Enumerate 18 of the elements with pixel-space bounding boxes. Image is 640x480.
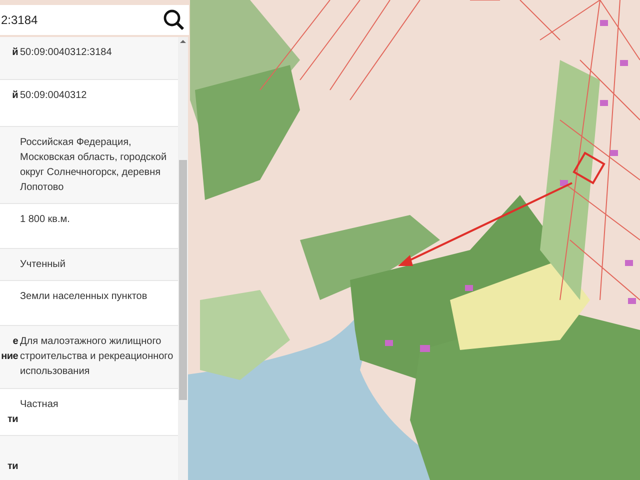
field-label: й <box>12 47 18 58</box>
highlighted-parcel <box>572 152 606 184</box>
field-label: й <box>12 90 18 101</box>
field-value: 50:09:0040312 <box>20 90 87 101</box>
field-label: ти <box>8 461 18 472</box>
field-value: Для малоэтажного жилищного строительства и рекреационного использования <box>20 336 174 377</box>
scrollbar-thumb[interactable] <box>179 160 187 400</box>
search-icon[interactable] <box>161 5 189 35</box>
scroll-up-icon[interactable] <box>180 40 186 43</box>
field-value: Российская Федерация, Московская область, городской округ Солнечногорск, деревня Лопотово <box>20 137 167 193</box>
field-label: ти <box>8 414 18 425</box>
search-field[interactable]: 2:3184 <box>0 5 161 35</box>
field-value: 50:09:0040312:3184 <box>20 47 112 58</box>
field-value: 1 800 кв.м. <box>20 214 70 225</box>
field-label: е ние <box>1 336 18 362</box>
field-value: Земли населенных пунктов <box>20 291 148 302</box>
field-value: Частная <box>20 399 58 410</box>
field-value: Учтенный <box>20 259 66 270</box>
